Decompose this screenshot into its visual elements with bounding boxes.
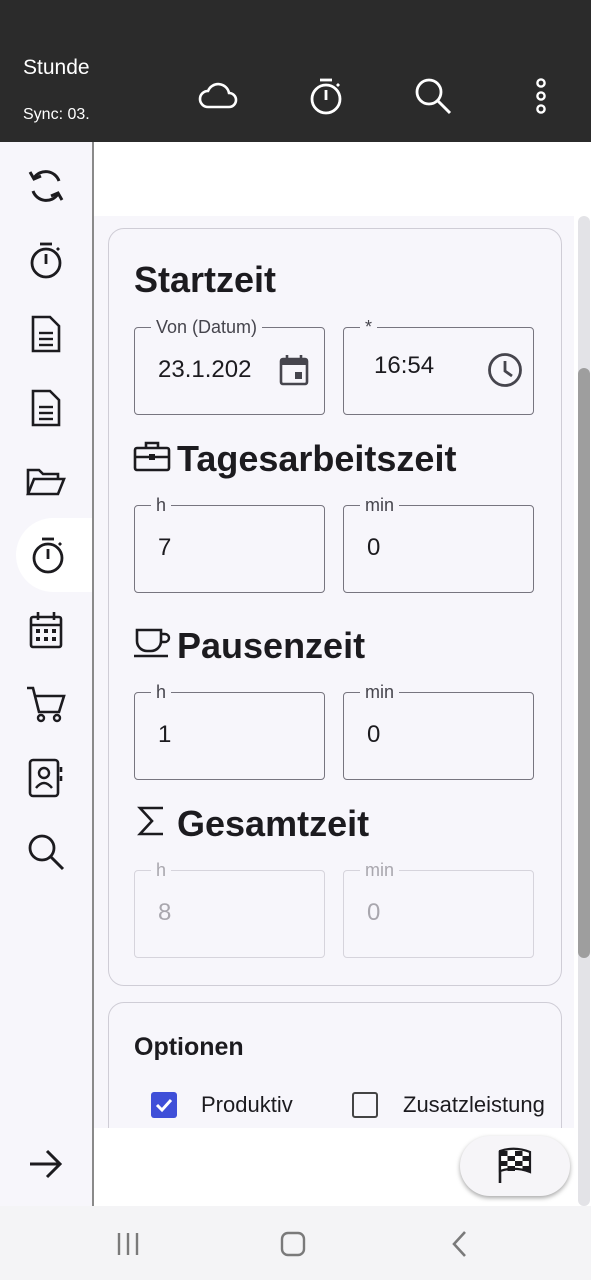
- work-minutes-field[interactable]: min 0: [343, 494, 534, 593]
- work-title: Tagesarbeitszeit: [177, 438, 457, 479]
- total-minutes-field: min 0: [343, 859, 534, 958]
- time-label: *: [360, 316, 378, 338]
- document-icon[interactable]: [14, 376, 78, 440]
- arrow-right-icon[interactable]: [14, 1132, 78, 1196]
- scrollbar-thumb[interactable]: [578, 368, 590, 958]
- productive-checkbox[interactable]: [151, 1092, 177, 1118]
- start-title: Startzeit: [134, 259, 277, 300]
- pause-hours-value: 1: [158, 721, 172, 748]
- sync-status: Sync: 03.: [23, 106, 90, 123]
- total-hours-field: h 8: [134, 859, 325, 958]
- time-field[interactable]: * 16:54: [343, 316, 534, 415]
- cloud-icon[interactable]: [194, 72, 242, 120]
- time-value: 16:54: [374, 352, 435, 379]
- home-icon[interactable]: [273, 1224, 313, 1264]
- extra-checkbox[interactable]: [352, 1092, 378, 1118]
- pause-title: Pausenzeit: [177, 625, 366, 666]
- recent-apps-icon[interactable]: [108, 1224, 148, 1264]
- pause-hours-field[interactable]: h 1: [134, 681, 325, 780]
- calendar-icon[interactable]: [14, 598, 78, 662]
- date-label: Von (Datum): [151, 316, 263, 338]
- main-content: Startzeit Von (Datum) 23.1.202 * 16:54 T…: [94, 142, 591, 1206]
- date-value: 23.1.202: [158, 356, 252, 383]
- briefcase-icon: [132, 436, 172, 476]
- document-icon[interactable]: [14, 302, 78, 366]
- work-hours-field[interactable]: h 7: [134, 494, 325, 593]
- productive-label[interactable]: Produktiv: [201, 1092, 293, 1118]
- extra-label[interactable]: Zusatzleistung: [403, 1092, 545, 1118]
- system-nav-bar: [0, 1206, 591, 1280]
- sigma-icon: [132, 801, 172, 841]
- app-title: Stunde: [23, 56, 90, 79]
- folder-open-icon[interactable]: [14, 450, 78, 514]
- time-entry-card: Startzeit Von (Datum) 23.1.202 * 16:54 T…: [108, 228, 562, 986]
- finish-button[interactable]: [460, 1136, 570, 1196]
- date-field[interactable]: Von (Datum) 23.1.202: [134, 316, 325, 415]
- navigation-rail: [0, 142, 94, 1206]
- pause-minutes-label: min: [360, 681, 400, 703]
- work-minutes-label: min: [360, 494, 400, 516]
- options-title: Optionen: [134, 1033, 244, 1061]
- clock-icon[interactable]: [487, 352, 523, 388]
- more-vert-icon[interactable]: [517, 72, 565, 120]
- timer-icon: [32, 537, 64, 574]
- contacts-icon[interactable]: [14, 746, 78, 810]
- total-hours-value: 8: [158, 899, 172, 926]
- sync-icon[interactable]: [14, 154, 78, 218]
- checkmark-icon: [155, 1098, 173, 1113]
- total-title: Gesamtzeit: [177, 803, 370, 844]
- coffee-cup-icon: [132, 623, 172, 663]
- search-icon[interactable]: [14, 820, 78, 884]
- work-hours-value: 7: [158, 534, 172, 561]
- back-icon[interactable]: [440, 1224, 480, 1264]
- pause-minutes-field[interactable]: min 0: [343, 681, 534, 780]
- rail-item-timer-active[interactable]: [16, 518, 92, 592]
- total-hours-label: h: [151, 859, 172, 881]
- form-scroll-area[interactable]: Startzeit Von (Datum) 23.1.202 * 16:54 T…: [94, 216, 574, 1128]
- cart-icon[interactable]: [14, 672, 78, 736]
- timer-icon[interactable]: [14, 228, 78, 292]
- search-icon[interactable]: [409, 72, 457, 120]
- work-hours-label: h: [151, 494, 172, 516]
- total-minutes-value: 0: [367, 899, 381, 926]
- timer-icon[interactable]: [302, 72, 350, 120]
- app-bar: Stunde Sync: 03.: [0, 0, 591, 142]
- work-minutes-value: 0: [367, 534, 381, 561]
- options-card: Optionen Produktiv Zusatzleistung: [108, 1002, 562, 1128]
- pause-minutes-value: 0: [367, 721, 381, 748]
- total-minutes-label: min: [360, 859, 400, 881]
- pause-hours-label: h: [151, 681, 172, 703]
- checkered-flag-icon: [498, 1147, 532, 1183]
- calendar-icon[interactable]: [276, 352, 312, 388]
